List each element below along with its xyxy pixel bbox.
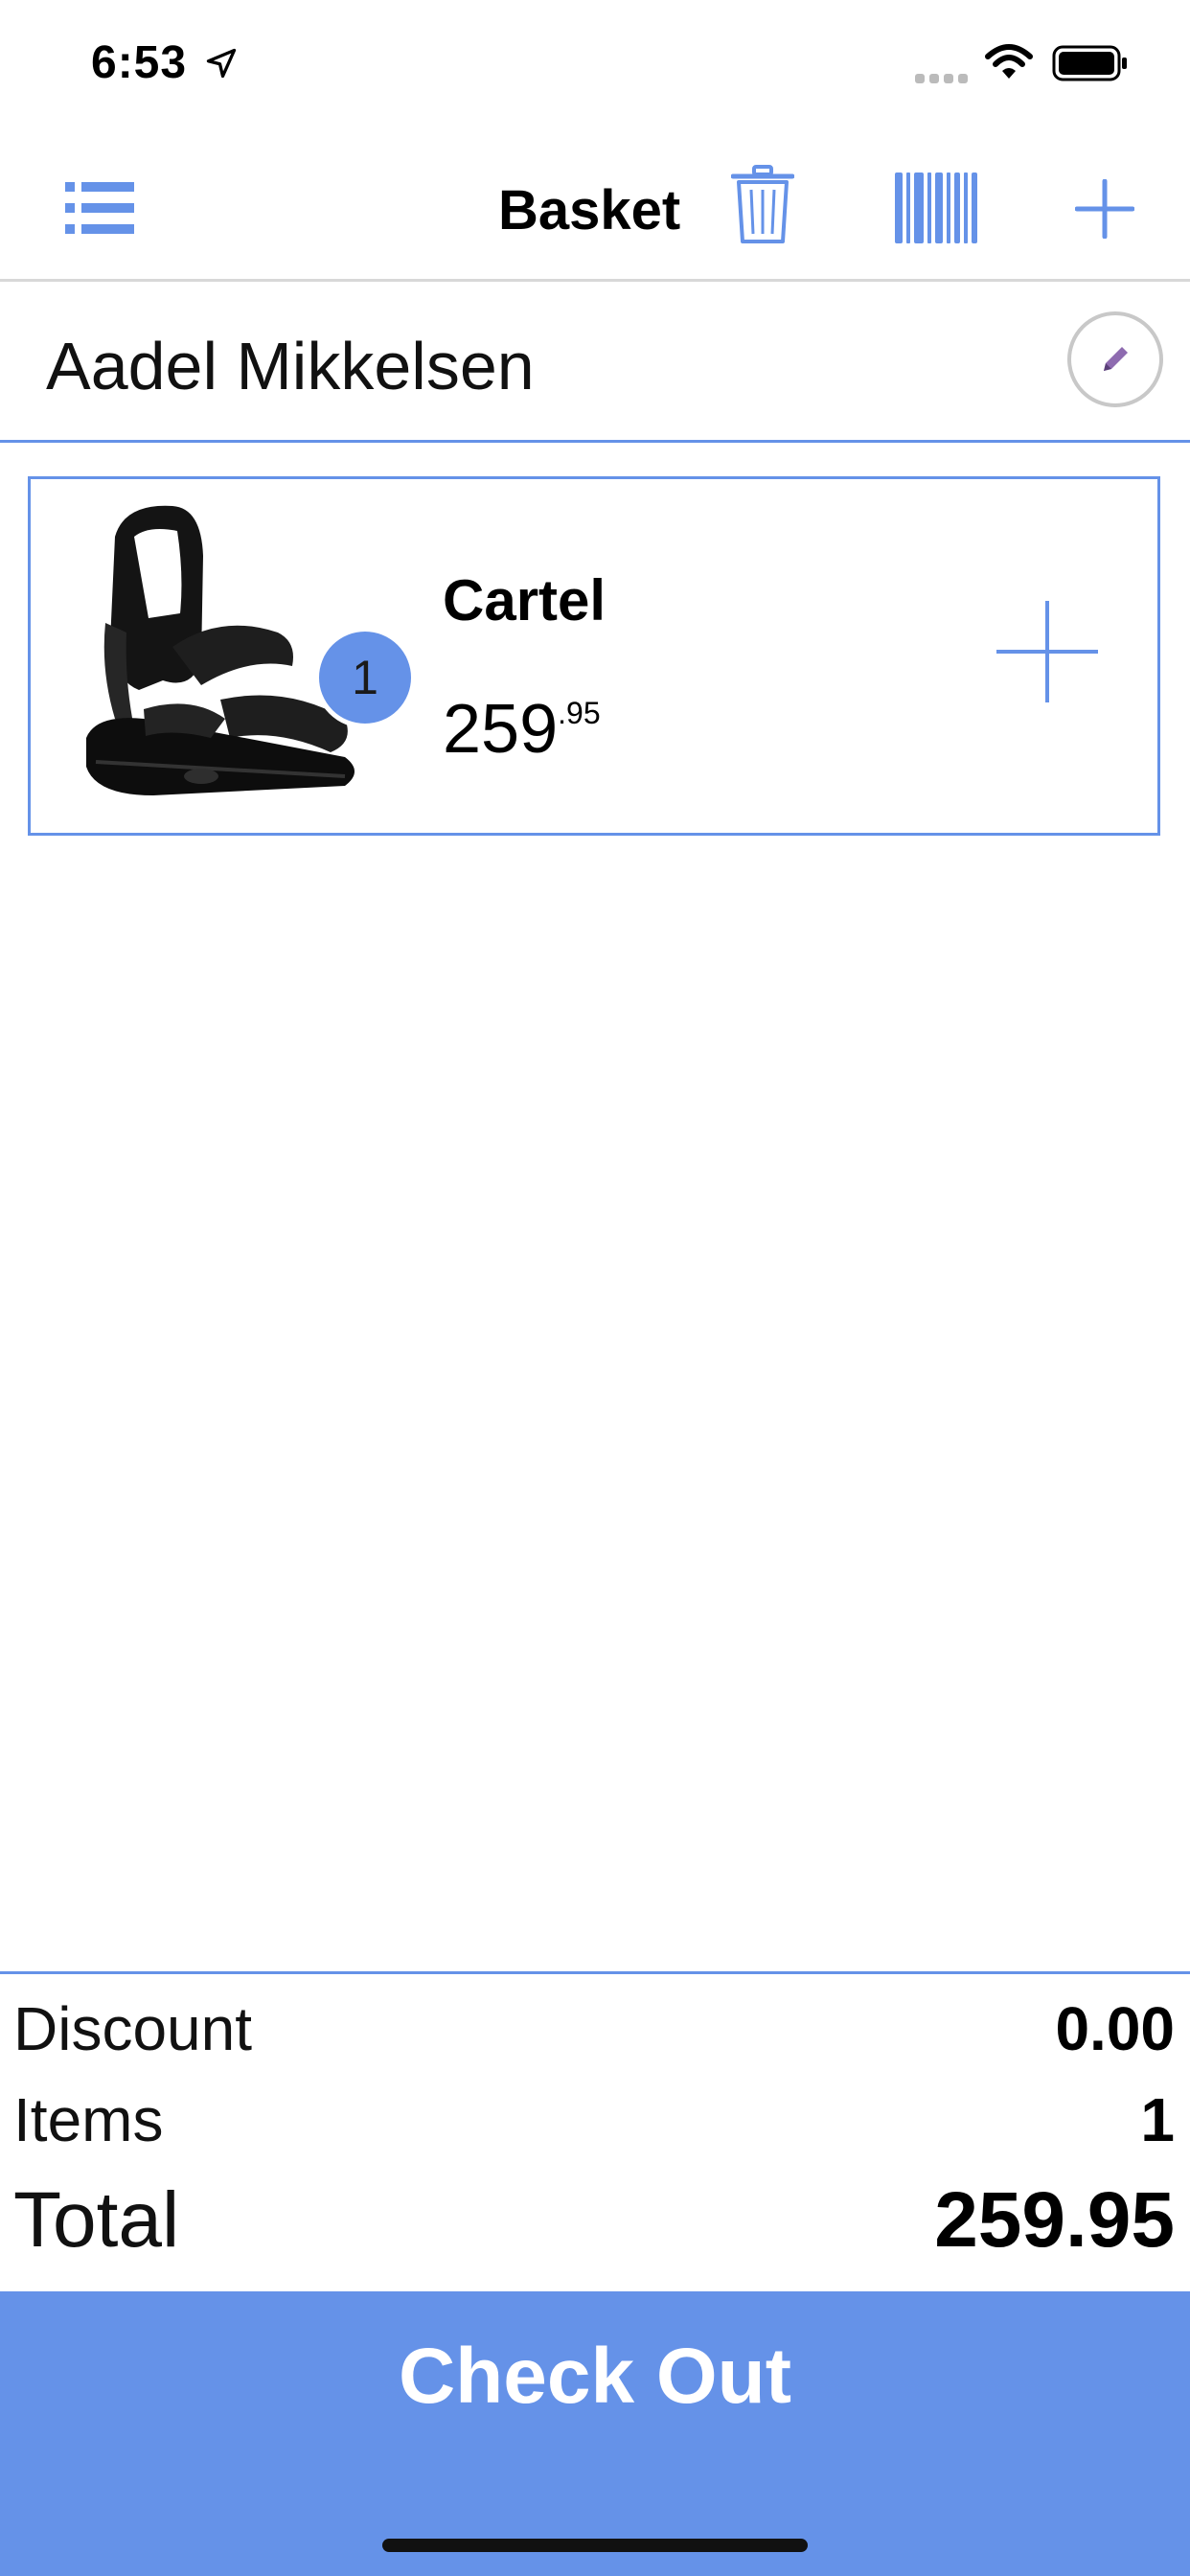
total-value: 259.95	[934, 2176, 1175, 2264]
customer-divider	[0, 440, 1190, 443]
battery-icon	[1052, 45, 1127, 81]
checkout-button[interactable]: Check Out	[0, 2291, 1190, 2576]
edit-customer-button[interactable]	[1067, 311, 1163, 407]
page-title: Basket	[498, 179, 681, 242]
product-price-whole: 259	[443, 691, 559, 768]
increase-quantity-button[interactable]	[995, 599, 1100, 704]
basket-item-card[interactable]: 1 Cartel 259.95	[28, 476, 1160, 836]
items-label: Items	[13, 2085, 164, 2154]
wifi-icon	[985, 44, 1033, 79]
nav-divider	[0, 279, 1190, 282]
items-count: 1	[1140, 2085, 1175, 2154]
product-price: 259.95	[443, 690, 601, 769]
totals-divider	[0, 1971, 1190, 1974]
quantity-badge: 1	[314, 627, 416, 728]
trash-icon[interactable]	[731, 165, 794, 245]
add-item-button[interactable]	[1075, 179, 1134, 239]
customer-name[interactable]: Aadel Mikkelsen	[46, 328, 535, 404]
signal-dots-icon	[915, 71, 973, 88]
barcode-icon[interactable]	[895, 172, 977, 243]
product-price-cents: .95	[558, 696, 601, 730]
total-label: Total	[13, 2176, 180, 2264]
list-menu-icon[interactable]	[65, 182, 134, 235]
product-name: Cartel	[443, 568, 606, 632]
status-time: 6:53	[91, 37, 188, 88]
home-indicator[interactable]	[382, 2539, 808, 2552]
pencil-icon	[1104, 347, 1128, 371]
checkout-label: Check Out	[398, 2333, 792, 2420]
location-arrow-icon	[206, 48, 237, 79]
discount-label: Discount	[13, 1994, 252, 2063]
discount-value: 0.00	[1055, 1994, 1175, 2063]
